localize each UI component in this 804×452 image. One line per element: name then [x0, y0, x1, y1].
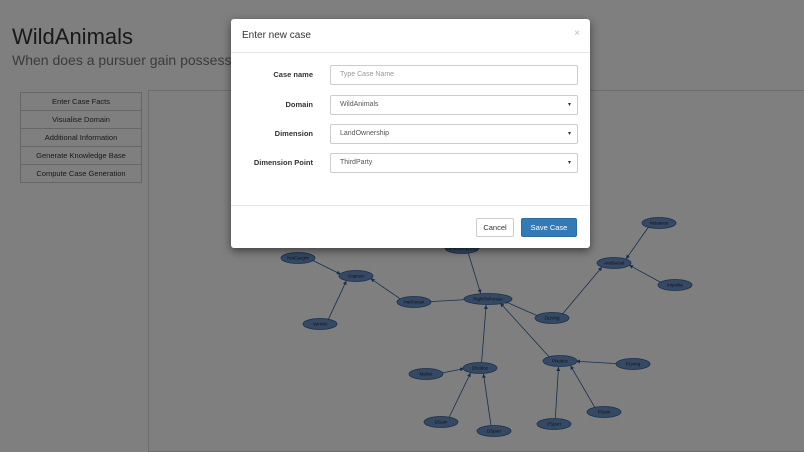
case-name-label: Case name [273, 70, 313, 79]
modal-title: Enter new case [242, 30, 311, 41]
domain-select-value: WildAnimals [340, 101, 379, 108]
dimension-point-select-value: ThirdParty [340, 159, 373, 166]
dimension-select-value: LandOwnership [340, 130, 390, 137]
dimension-select[interactable]: LandOwnership ▾ [330, 124, 578, 144]
chevron-down-icon: ▾ [567, 160, 571, 166]
domain-label: Domain [285, 100, 313, 109]
dimension-label: Dimension [274, 129, 313, 138]
chevron-down-icon: ▾ [567, 131, 571, 137]
dimension-row: Dimension LandOwnership ▾ [231, 124, 590, 144]
new-case-modal: Enter new case × Case name Type Case Nam… [231, 19, 590, 248]
cancel-button[interactable]: Cancel [476, 218, 514, 237]
domain-row: Domain WildAnimals ▾ [231, 95, 590, 115]
close-icon[interactable]: × [574, 28, 580, 39]
dimension-point-label: Dimension Point [253, 158, 313, 167]
modal-footer: Cancel Save Case [231, 205, 590, 249]
save-case-button[interactable]: Save Case [521, 218, 577, 237]
case-name-input[interactable]: Type Case Name [330, 65, 578, 85]
domain-select[interactable]: WildAnimals ▾ [330, 95, 578, 115]
dimension-point-row: Dimension Point ThirdParty ▾ [231, 153, 590, 173]
modal-header: Enter new case × [231, 19, 590, 53]
dimension-point-select[interactable]: ThirdParty ▾ [330, 153, 578, 173]
case-name-row: Case name Type Case Name [231, 65, 590, 85]
chevron-down-icon: ▾ [567, 102, 571, 108]
